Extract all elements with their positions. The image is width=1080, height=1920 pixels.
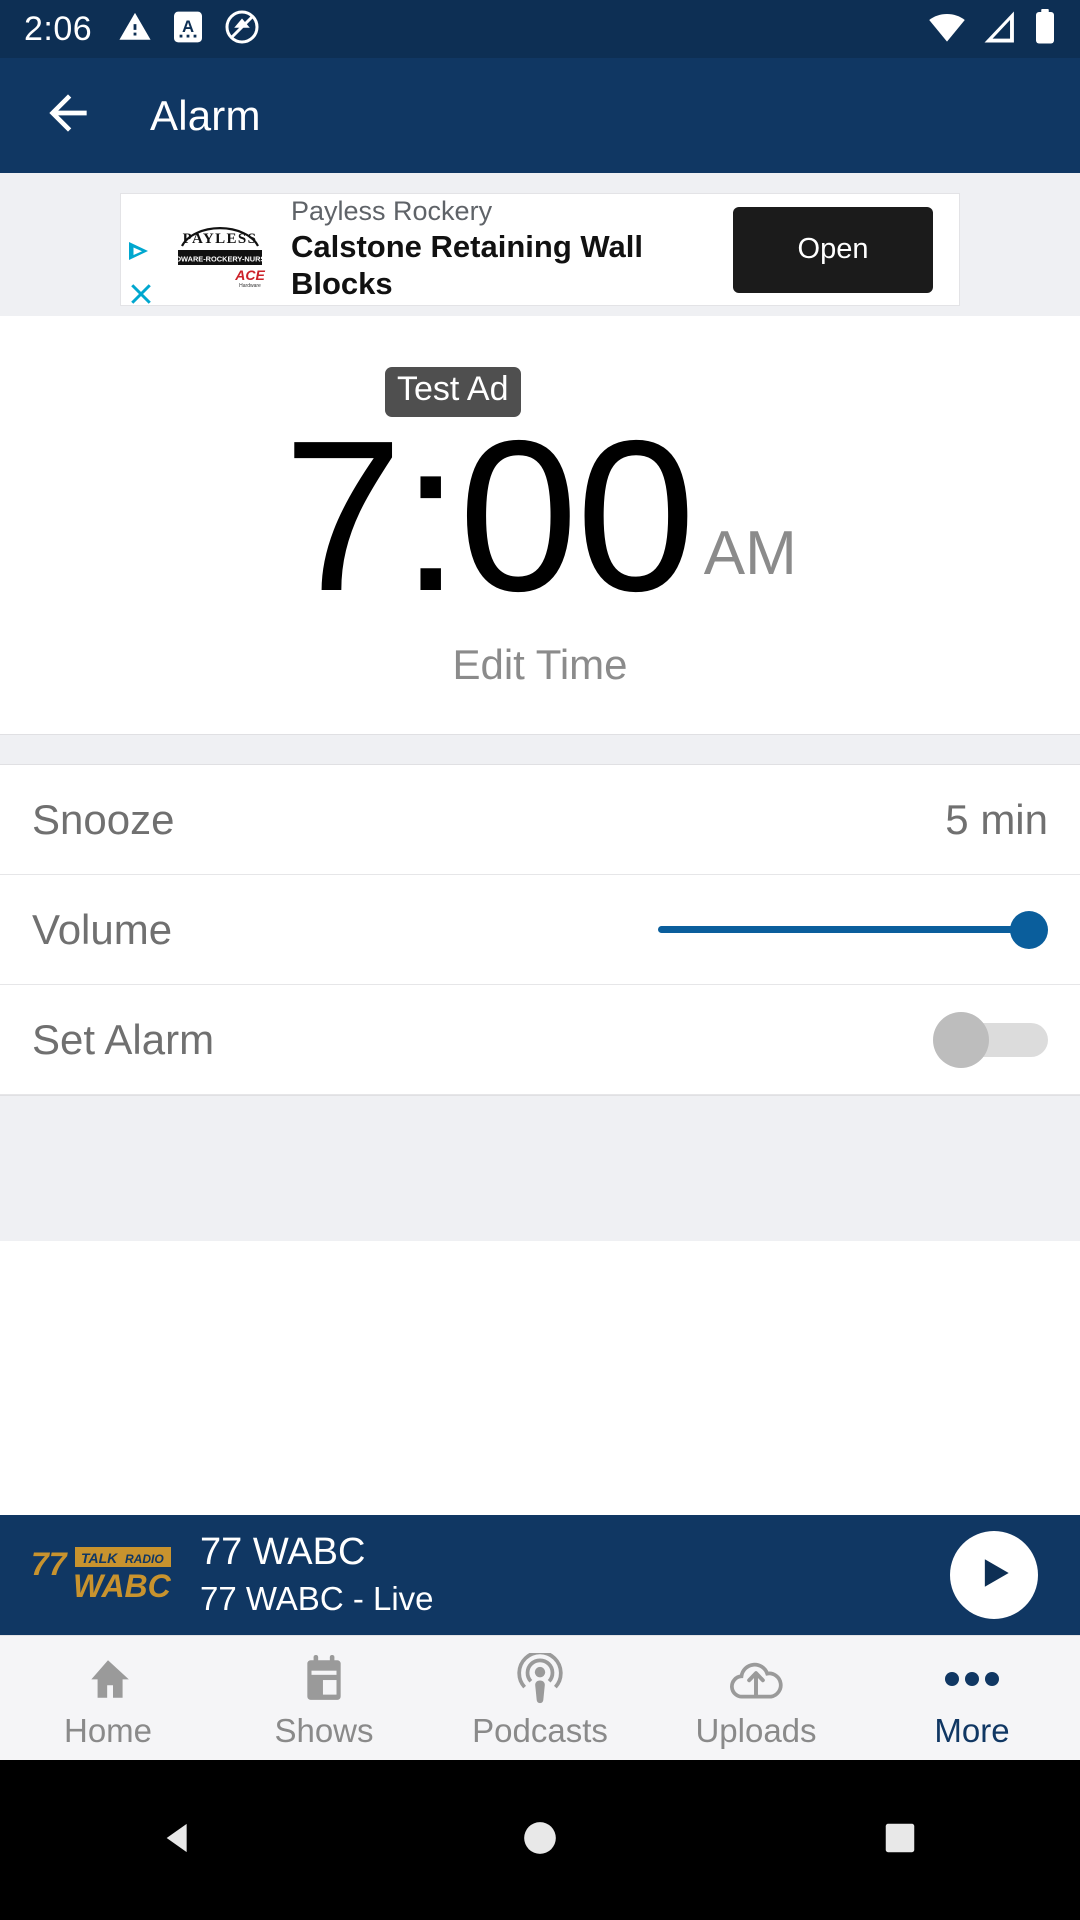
ad-open-button[interactable]: Open [733, 206, 933, 293]
arrow-left-icon [40, 85, 96, 146]
volume-slider-thumb[interactable] [1010, 910, 1048, 949]
now-playing-meta: 77 WABC 77 WABC - Live [200, 1529, 950, 1621]
ad-headline: Calstone Retaining Wall Blocks [291, 229, 643, 302]
page-title: Alarm [150, 91, 261, 139]
tab-home[interactable]: Home [0, 1636, 216, 1761]
svg-text:Hardware: Hardware [239, 283, 261, 289]
ad-choices-controls [124, 238, 158, 342]
upload-cloud-icon [729, 1650, 783, 1708]
tab-home-label: Home [63, 1711, 153, 1749]
nav-back-button[interactable] [120, 1780, 240, 1900]
tab-shows-label: Shows [274, 1711, 374, 1749]
play-triangle-icon [972, 1551, 1016, 1600]
tab-podcasts-label: Podcasts [472, 1711, 608, 1749]
status-bar: 2:06 A [0, 0, 1080, 58]
nav-recents-button[interactable] [840, 1780, 960, 1900]
nav-home-button[interactable] [480, 1780, 600, 1900]
adchoices-triangle-icon[interactable] [126, 238, 156, 269]
snooze-label: Snooze [32, 795, 175, 843]
more-dots-icon [943, 1650, 1001, 1708]
status-bar-right-icons [928, 8, 1056, 50]
ad-advertiser-logo: PAYLESS HARDWARE-ROCKERY-NURSERY ACE Har… [161, 206, 279, 294]
status-bar-left-icons: A [118, 9, 260, 50]
close-x-icon[interactable] [126, 279, 156, 314]
app-bar: Alarm [0, 58, 1080, 173]
ad-copy: Payless Rockery Calstone Retaining Wall … [291, 196, 733, 302]
alarm-time-area: 7:00 AM Edit Time [0, 316, 1080, 734]
android-nav-bar [0, 1760, 1080, 1920]
tab-uploads-label: Uploads [695, 1711, 817, 1749]
set-alarm-label: Set Alarm [32, 1015, 215, 1063]
svg-text:HARDWARE-ROCKERY-NURSERY: HARDWARE-ROCKERY-NURSERY [164, 254, 276, 263]
status-bar-clock: 2:06 [24, 10, 93, 48]
alarm-time-meridiem: AM [703, 518, 797, 588]
cellular-signal-icon [982, 10, 1018, 49]
podcast-icon [515, 1650, 565, 1708]
settings-row-set-alarm[interactable]: Set Alarm [0, 985, 1080, 1095]
svg-text:TALK: TALK [81, 1550, 118, 1566]
snooze-value: 5 min [945, 795, 1048, 843]
calendar-icon [301, 1650, 347, 1708]
set-alarm-toggle-knob[interactable] [933, 1011, 989, 1068]
edit-time-button[interactable]: Edit Time [0, 641, 1080, 689]
back-triangle-icon [160, 1818, 200, 1863]
ad-advertiser-name: Payless Rockery [291, 196, 493, 227]
list-bottom-spacer [0, 1095, 1080, 1241]
svg-text:PAYLESS: PAYLESS [183, 231, 258, 247]
now-playing-subtitle: 77 WABC - Live [200, 1580, 434, 1618]
battery-full-icon [1034, 8, 1056, 50]
svg-text:77: 77 [31, 1546, 69, 1582]
alarm-time-value: 7:00 [283, 395, 695, 636]
svg-text:ACE: ACE [234, 267, 265, 283]
home-icon [83, 1650, 133, 1708]
volume-slider-track [658, 926, 1022, 933]
recents-square-icon [881, 1819, 919, 1862]
alarm-time-row[interactable]: 7:00 AM [0, 395, 1080, 636]
now-playing-bar[interactable]: 77 TALK RADIO WABC 77 WABC 77 WABC - Liv… [0, 1515, 1080, 1635]
wifi-icon [928, 10, 966, 49]
test-ad-badge: Test Ad [385, 367, 521, 417]
now-playing-title: 77 WABC [200, 1530, 366, 1573]
home-circle-icon [520, 1818, 560, 1863]
ad-region: PAYLESS HARDWARE-ROCKERY-NURSERY ACE Har… [0, 173, 1080, 417]
autofill-a-icon: A [174, 10, 203, 49]
back-button[interactable] [20, 68, 116, 164]
warning-triangle-icon [118, 10, 152, 49]
settings-row-volume[interactable]: Volume [0, 875, 1080, 985]
svg-text:WABC: WABC [73, 1568, 172, 1604]
svg-text:A: A [182, 16, 194, 35]
volume-slider[interactable] [658, 900, 1048, 960]
tab-more[interactable]: More [864, 1636, 1080, 1761]
alarm-settings-list: Snooze 5 min Volume Set Alarm [0, 765, 1080, 1095]
set-alarm-toggle[interactable] [933, 1010, 1048, 1070]
station-logo: 77 TALK RADIO WABC [28, 1539, 178, 1611]
tab-more-label: More [934, 1711, 1010, 1749]
play-button[interactable] [950, 1531, 1038, 1619]
bottom-tab-bar: Home Shows Podcasts Uploads More [0, 1635, 1080, 1760]
app-screen: 2:06 A Alarm PAYLESS HARDWARE-ROCKERY-NU… [0, 0, 1080, 1920]
list-top-spacer [0, 734, 1080, 765]
tab-uploads[interactable]: Uploads [648, 1636, 864, 1761]
tab-shows[interactable]: Shows [216, 1636, 432, 1761]
svg-text:RADIO: RADIO [125, 1552, 164, 1566]
do-not-disturb-icon [224, 9, 260, 50]
volume-label: Volume [32, 905, 173, 953]
settings-row-snooze[interactable]: Snooze 5 min [0, 765, 1080, 875]
ad-banner[interactable]: PAYLESS HARDWARE-ROCKERY-NURSERY ACE Har… [120, 193, 960, 306]
tab-podcasts[interactable]: Podcasts [432, 1636, 648, 1761]
